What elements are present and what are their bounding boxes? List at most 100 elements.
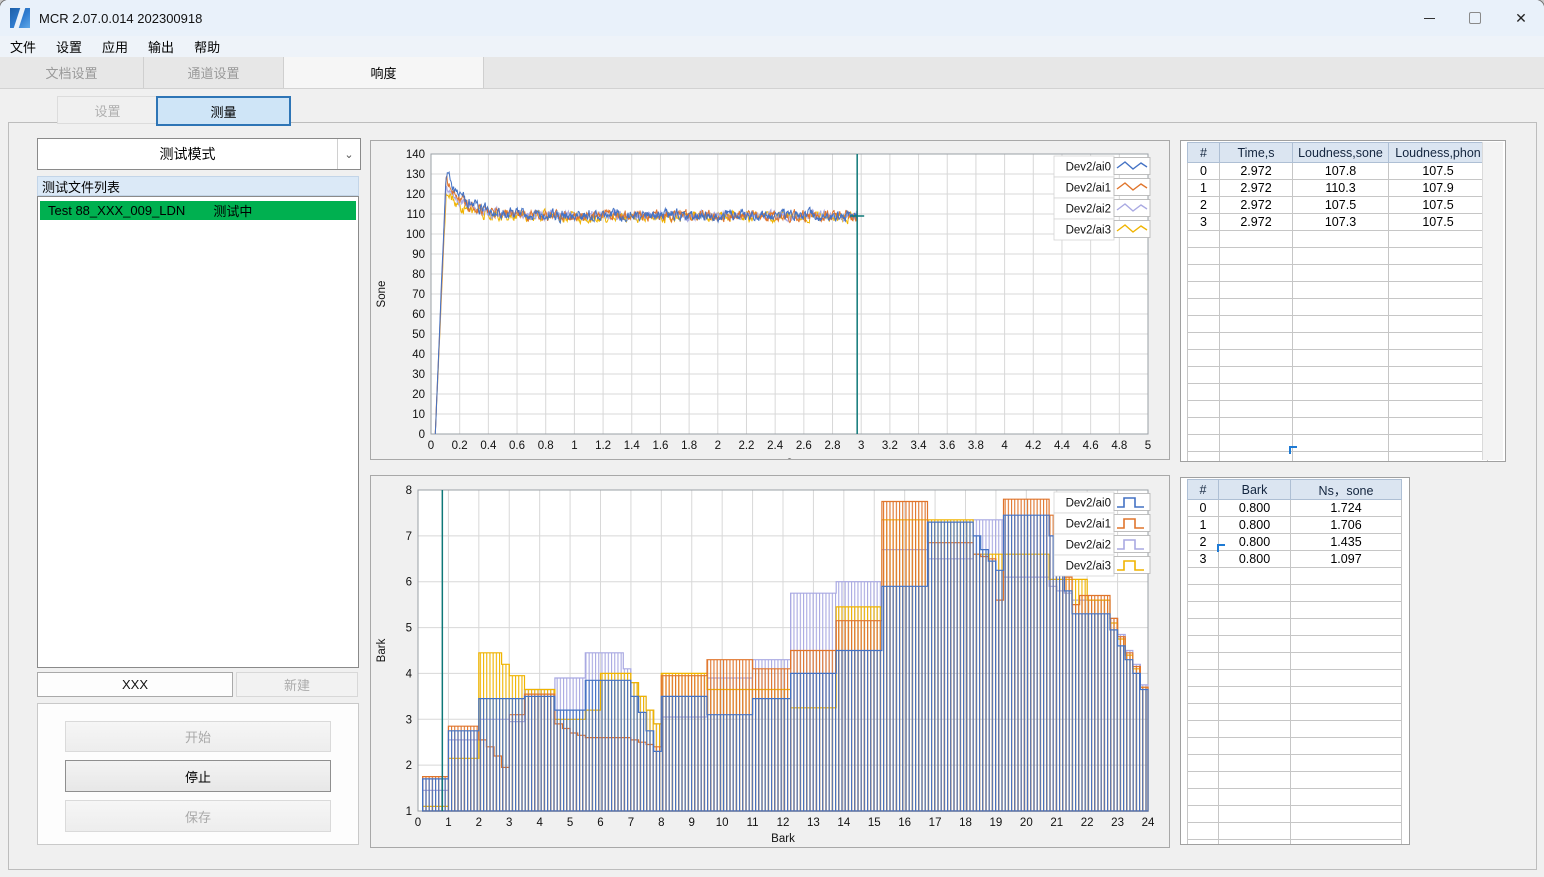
- table-cell[interactable]: [1388, 230, 1488, 248]
- table-cell[interactable]: [1292, 451, 1389, 461]
- table-cell[interactable]: [1218, 788, 1291, 806]
- table-row[interactable]: [1187, 669, 1402, 687]
- table-cell[interactable]: 107.8: [1292, 162, 1389, 180]
- table-row[interactable]: 3 0.800 1.097: [1187, 550, 1402, 568]
- table-cell[interactable]: [1290, 669, 1402, 687]
- table-cell[interactable]: [1219, 281, 1293, 299]
- table-cell[interactable]: [1290, 686, 1402, 704]
- table-cell[interactable]: [1219, 230, 1293, 248]
- test-mode-dropdown[interactable]: 测试模式 ⌄: [37, 138, 361, 170]
- table-cell[interactable]: [1218, 652, 1291, 670]
- table-cell[interactable]: [1218, 686, 1291, 704]
- table-row[interactable]: [1187, 737, 1402, 755]
- table-row[interactable]: [1187, 281, 1488, 299]
- table-cell[interactable]: [1218, 601, 1291, 619]
- table-cell[interactable]: 107.5: [1388, 162, 1488, 180]
- table-cell[interactable]: [1187, 298, 1220, 316]
- table-cell[interactable]: [1388, 349, 1488, 367]
- table-cell[interactable]: [1292, 281, 1389, 299]
- minimize-button[interactable]: [1406, 0, 1452, 36]
- table-cell[interactable]: [1290, 635, 1402, 653]
- table-cell[interactable]: 0.800: [1218, 550, 1291, 568]
- table-cell[interactable]: [1187, 635, 1219, 653]
- table-cell[interactable]: [1187, 788, 1219, 806]
- table-cell[interactable]: [1187, 737, 1219, 755]
- legend-label[interactable]: Dev2/ai0: [1066, 162, 1111, 174]
- table-cell[interactable]: [1290, 652, 1402, 670]
- table-row[interactable]: 0 2.972 107.8 107.5: [1187, 162, 1488, 180]
- table-cell[interactable]: [1292, 400, 1389, 418]
- table-cell[interactable]: [1290, 720, 1402, 738]
- menu-file[interactable]: 文件: [0, 37, 46, 56]
- table-cell[interactable]: 1.435: [1290, 533, 1402, 551]
- menu-apply[interactable]: 应用: [92, 37, 138, 56]
- menu-settings[interactable]: 设置: [46, 37, 92, 56]
- table-row[interactable]: 1 0.800 1.706: [1187, 516, 1402, 534]
- save-button[interactable]: 保存: [65, 800, 331, 832]
- table-cell[interactable]: [1218, 720, 1291, 738]
- table-cell[interactable]: [1290, 754, 1402, 772]
- table-cell[interactable]: [1187, 349, 1220, 367]
- table-row[interactable]: [1187, 332, 1488, 350]
- table-cell[interactable]: [1187, 805, 1219, 823]
- table-cell[interactable]: [1187, 417, 1220, 435]
- table-cell[interactable]: [1187, 652, 1219, 670]
- xxx-button[interactable]: XXX: [37, 672, 233, 697]
- table-row[interactable]: [1187, 383, 1488, 401]
- table-cell[interactable]: [1218, 771, 1291, 789]
- table-cell[interactable]: 1.706: [1290, 516, 1402, 534]
- table-cell[interactable]: 0.800: [1218, 499, 1291, 517]
- table-cell[interactable]: 2.972: [1219, 162, 1293, 180]
- table-cell[interactable]: 2.972: [1219, 179, 1293, 197]
- table-cell[interactable]: [1187, 281, 1220, 299]
- table-cell[interactable]: [1187, 754, 1219, 772]
- maximize-button[interactable]: [1452, 0, 1498, 36]
- column-header[interactable]: #: [1187, 479, 1219, 500]
- table-cell[interactable]: [1219, 247, 1293, 265]
- table-row[interactable]: [1187, 788, 1402, 806]
- table-cell[interactable]: [1219, 434, 1293, 452]
- legend-swatch-Dev2/ai1[interactable]: [1113, 514, 1151, 532]
- menu-output[interactable]: 输出: [138, 37, 184, 56]
- chevron-down-icon[interactable]: ⌄: [337, 139, 360, 169]
- list-item-test-file[interactable]: Test 88_XXX_009_LDN 测试中: [40, 201, 356, 220]
- table-cell[interactable]: [1388, 400, 1488, 418]
- table-cell[interactable]: [1388, 366, 1488, 384]
- test-file-listbox[interactable]: Test 88_XXX_009_LDN 测试中: [37, 196, 359, 668]
- table-cell[interactable]: [1187, 601, 1219, 619]
- table-row[interactable]: [1187, 635, 1402, 653]
- table-cell[interactable]: [1292, 366, 1389, 384]
- start-button[interactable]: 开始: [65, 721, 331, 752]
- stop-button[interactable]: 停止: [65, 760, 331, 792]
- column-header[interactable]: Loudness,phon: [1388, 142, 1488, 163]
- table-cell[interactable]: [1218, 822, 1291, 840]
- table-cell[interactable]: [1290, 618, 1402, 636]
- table-row[interactable]: [1187, 366, 1488, 384]
- close-button[interactable]: ✕: [1498, 0, 1544, 36]
- table-cell[interactable]: [1292, 315, 1389, 333]
- table-cell[interactable]: [1187, 264, 1220, 282]
- table-cell[interactable]: [1388, 247, 1488, 265]
- tab-document-settings[interactable]: 文档设置: [0, 57, 144, 88]
- table-cell[interactable]: 0: [1187, 499, 1219, 517]
- table-cell[interactable]: 3: [1187, 213, 1220, 231]
- table-cell[interactable]: [1292, 349, 1389, 367]
- table-cell[interactable]: [1187, 451, 1220, 461]
- table-cell[interactable]: [1292, 417, 1389, 435]
- table-row[interactable]: [1187, 567, 1402, 585]
- table-cell[interactable]: [1290, 805, 1402, 823]
- table-cell[interactable]: [1219, 451, 1293, 461]
- table-cell[interactable]: [1388, 281, 1488, 299]
- table-row[interactable]: [1187, 771, 1402, 789]
- tab-loudness[interactable]: 响度: [284, 57, 484, 88]
- table-row[interactable]: [1187, 264, 1488, 282]
- table-cell[interactable]: [1218, 618, 1291, 636]
- tab-channel-settings[interactable]: 通道设置: [144, 57, 284, 88]
- table-row[interactable]: [1187, 417, 1488, 435]
- table-cell[interactable]: [1219, 400, 1293, 418]
- table-cell[interactable]: [1388, 434, 1488, 452]
- table-cell[interactable]: [1187, 247, 1220, 265]
- table-cell[interactable]: 107.9: [1388, 179, 1488, 197]
- table-cell[interactable]: 1: [1187, 516, 1219, 534]
- table-row[interactable]: [1187, 400, 1488, 418]
